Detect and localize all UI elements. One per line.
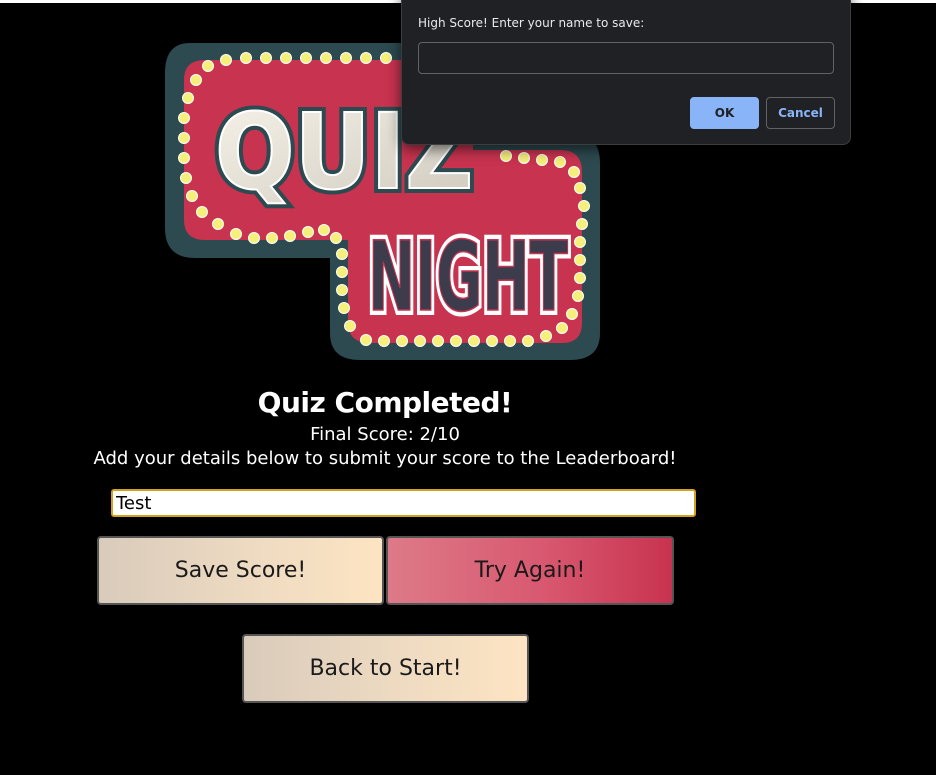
dialog-ok-button[interactable]: OK [690, 97, 759, 129]
try-again-label: Try Again! [474, 558, 586, 583]
logo-night-text: NIGHT [368, 221, 568, 333]
save-score-label: Save Score! [174, 558, 307, 583]
player-name-input[interactable] [111, 489, 696, 517]
dialog-cancel-label: Cancel [778, 106, 823, 120]
final-score-text: Final Score: 2/10 [310, 424, 460, 445]
try-again-button[interactable]: Try Again! [386, 536, 674, 605]
dialog-cancel-button[interactable]: Cancel [766, 97, 835, 129]
high-score-prompt-dialog: High Score! Enter your name to save: OK … [401, 0, 851, 145]
dialog-name-input[interactable] [418, 42, 834, 74]
quiz-result-page: QUIZ QUIZ NIGHT NIGHT Quiz Completed! Fi… [0, 0, 936, 775]
save-score-button[interactable]: Save Score! [97, 536, 384, 605]
dialog-ok-label: OK [714, 106, 735, 120]
logo-night-word: NIGHT NIGHT [363, 216, 573, 338]
back-to-start-button[interactable]: Back to Start! [242, 634, 529, 703]
leaderboard-instructions: Add your details below to submit your sc… [93, 448, 677, 469]
quiz-completed-heading: Quiz Completed! [257, 386, 513, 419]
back-to-start-label: Back to Start! [309, 656, 462, 681]
dialog-message: High Score! Enter your name to save: [418, 16, 645, 30]
